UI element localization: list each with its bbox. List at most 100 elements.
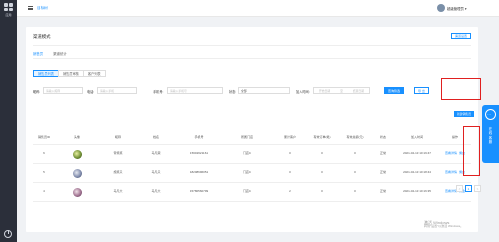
row-status: 正常: [379, 151, 386, 156]
breadcrumb[interactable]: 目标树: [37, 6, 48, 11]
row-amount: 0: [354, 170, 356, 175]
row-amount: 0: [354, 189, 356, 194]
topbar: 目标树 超级管理员 ▾: [17, 0, 499, 17]
table-row: 4 马凡大 马凡大 15780560799 门店C 2 0 0 正常 2021-…: [33, 183, 471, 202]
avatar: [63, 183, 91, 201]
table-row: 6 帝笑笑 马凡荣 15602621161 门店C 0 0 0 正常 2021-…: [33, 145, 471, 164]
tab-salesperson-review[interactable]: 销售员审核: [57, 70, 84, 77]
col-phone: 手机号: [194, 135, 204, 140]
status-label: 状态:: [229, 89, 237, 94]
nickname-label: 昵称:: [33, 89, 41, 94]
page-title: 渠道模式: [33, 34, 51, 39]
app-label: 应用: [5, 13, 12, 17]
col-store: 所属门店: [240, 135, 253, 140]
table-header: 销售员ID 头像 昵称 姓名 手机号 所属门店 累计客户 有效订单(笔) 有效总…: [33, 132, 471, 145]
date-range-picker[interactable]: 开始日期 至 结束日期: [313, 87, 370, 94]
row-customers: 2: [289, 189, 291, 194]
new-salesperson-button[interactable]: 新建销售员: [454, 111, 474, 117]
col-status: 状态: [379, 135, 386, 140]
avatar[interactable]: [437, 4, 445, 12]
avatar-image: [72, 149, 82, 159]
col-orders: 有效订单(笔): [313, 135, 331, 140]
col-joined: 加入时间: [410, 135, 423, 140]
export-button[interactable]: 导 出: [414, 87, 429, 94]
chat-icon: [485, 109, 496, 120]
row-phone: 15780560799: [189, 189, 209, 194]
row-phone: 15602621161: [189, 151, 209, 156]
tab-customer-list[interactable]: 客户列表: [82, 70, 106, 77]
search-button[interactable]: 查询筛选: [384, 87, 405, 94]
avatar-image: [72, 168, 82, 178]
prev-page-button[interactable]: <: [456, 185, 463, 192]
table-row: 5 施笑只 马凡只 18208696051 门店C 0 0 0 正常 2021-…: [33, 164, 471, 183]
watermark-subtitle: 转到"设置"以激活 Windows。: [424, 224, 464, 229]
row-nickname: 施笑只: [113, 170, 123, 175]
row-orders: 0: [321, 151, 323, 156]
content-card: 渠道模式 渠道设置 销售员 渠道统计 销售员列表 销售员审核 客户列表 昵称: …: [26, 27, 478, 232]
join-time-label: 加入时间:: [296, 89, 310, 94]
avatar: [63, 164, 91, 182]
row-id: 5: [43, 170, 45, 175]
customer-service-label: 在线客服: [488, 127, 493, 145]
row-orders: 0: [321, 189, 323, 194]
avatar: [63, 145, 91, 163]
col-name: 姓名: [152, 135, 159, 140]
row-joined: 2021-04-13 10:16:35: [403, 189, 431, 194]
row-nickname: 马凡大: [113, 189, 123, 194]
row-name: 马凡大: [151, 189, 161, 194]
row-store: 门店C: [242, 189, 252, 194]
row-amount: 0: [354, 151, 356, 156]
phone-input[interactable]: 请输入手机: [97, 87, 137, 94]
power-icon[interactable]: [4, 229, 12, 238]
customer-service-panel[interactable]: 在线客服: [482, 105, 499, 163]
col-customers: 累计客户: [283, 135, 296, 140]
date-separator: 至: [340, 88, 343, 93]
col-nickname: 昵称: [114, 135, 121, 140]
col-avatar: 头像: [73, 135, 80, 140]
col-id: 销售员ID: [37, 135, 50, 140]
menu-toggle-icon[interactable]: [28, 6, 33, 10]
channel-settings-button[interactable]: 渠道设置: [451, 33, 471, 39]
row-id: 6: [43, 151, 45, 156]
row-phone: 18208696051: [189, 170, 209, 175]
sub-tabs: 销售员列表 销售员审核 客户列表: [33, 70, 106, 77]
tab-salesperson-list[interactable]: 销售员列表: [33, 70, 59, 77]
date-end: 结束日期: [352, 88, 365, 93]
row-orders: 0: [321, 170, 323, 175]
row-status: 正常: [379, 189, 386, 194]
row-customers: 0: [289, 151, 291, 156]
highlight-box: [441, 78, 481, 100]
row-customers: 0: [289, 170, 291, 175]
view-details-link[interactable]: 查看详情: [445, 171, 457, 175]
sidebar: 应用: [0, 0, 17, 242]
row-name: 马凡只: [151, 170, 161, 175]
row-status: 正常: [379, 170, 386, 175]
row-nickname: 帝笑笑: [113, 151, 123, 156]
col-amount: 有效总额(元): [346, 135, 364, 140]
mobile-input[interactable]: 请输入手机号: [167, 87, 223, 94]
avatar-image: [72, 187, 82, 197]
row-store: 门店C: [242, 170, 252, 175]
nickname-input[interactable]: 请输入昵称: [43, 87, 83, 94]
salesperson-table: 销售员ID 头像 昵称 姓名 手机号 所属门店 累计客户 有效订单(笔) 有效总…: [33, 132, 471, 202]
date-start: 开始日期: [318, 88, 331, 93]
filter-bar: 昵称: 请输入昵称 电话: 请输入手机 手机号: 请输入手机号 状态: 全部 加…: [33, 87, 473, 94]
user-menu[interactable]: 超级管理员 ▾: [447, 6, 467, 11]
windows-watermark: 激活 Windows 转到"设置"以激活 Windows。: [424, 220, 464, 229]
app-grid-icon[interactable]: [4, 3, 13, 11]
row-name: 马凡荣: [151, 151, 161, 156]
phone-label: 电话:: [87, 89, 95, 94]
view-details-link[interactable]: 查看详情: [445, 152, 457, 156]
page-1-button[interactable]: 1: [465, 185, 472, 192]
next-page-button[interactable]: >: [474, 185, 481, 192]
highlight-box: [463, 126, 480, 176]
row-store: 门店C: [242, 151, 252, 156]
row-joined: 2021-04-13 10:19:47: [403, 151, 431, 156]
mobile-label: 手机号:: [153, 89, 164, 94]
divider: [33, 45, 471, 46]
status-select[interactable]: 全部: [238, 87, 290, 94]
divider: [33, 58, 471, 59]
row-joined: 2021-04-13 10:18:44: [403, 170, 431, 175]
pagination: < 1 >: [456, 185, 481, 192]
row-id: 4: [43, 189, 45, 194]
